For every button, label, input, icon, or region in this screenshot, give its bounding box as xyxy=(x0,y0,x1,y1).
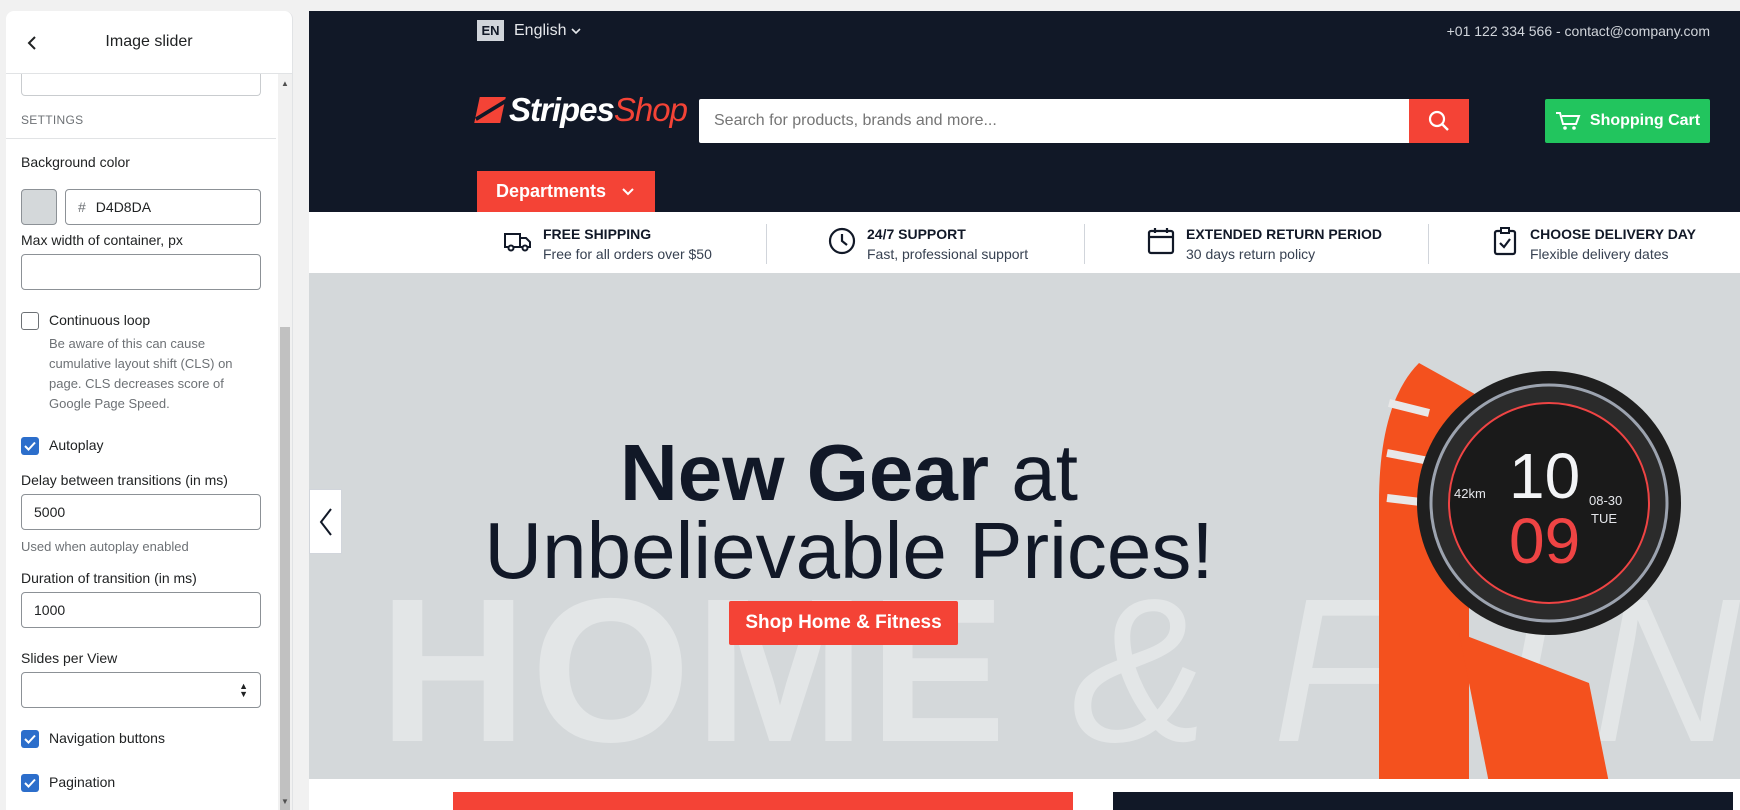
settings-panel: SETTINGS Background color # D4D8DA Max w… xyxy=(6,74,276,810)
duration-label: Duration of transition (in ms) xyxy=(21,570,197,586)
max-width-input[interactable] xyxy=(21,254,261,290)
search-input[interactable] xyxy=(699,101,1399,141)
duration-input[interactable]: 1000 xyxy=(21,592,261,628)
scroll-up-arrow-icon[interactable]: ▲ xyxy=(280,79,290,88)
autoplay-label: Autoplay xyxy=(49,437,104,453)
feature-item: EXTENDED RETURN PERIOD 30 days return po… xyxy=(1146,224,1382,264)
pagination-label: Pagination xyxy=(49,774,116,790)
calendar-icon xyxy=(1147,228,1175,255)
feature-subtitle: Fast, professional support xyxy=(867,246,1029,262)
section-divider xyxy=(6,138,276,139)
shopping-cart-button[interactable]: Shopping Cart xyxy=(1545,99,1710,143)
store-preview: EN English +01 122 334 566 - contact@com… xyxy=(309,11,1740,810)
delay-input[interactable]: 5000 xyxy=(21,494,261,530)
watch-day: TUE xyxy=(1591,511,1617,526)
feature-title: 24/7 SUPPORT xyxy=(867,226,966,242)
search-button[interactable] xyxy=(1409,99,1469,143)
max-width-label: Max width of container, px xyxy=(21,232,183,248)
promo-banner-left[interactable] xyxy=(453,792,1073,810)
sidebar-title: Image slider xyxy=(105,33,193,50)
pagination-checkbox[interactable] xyxy=(21,774,39,792)
hero-headline-bold: New Gear xyxy=(619,428,990,517)
delay-help: Used when autoplay enabled xyxy=(21,539,189,554)
hero-slider: HOME & FITNESS 10 09 42km 08-30 TUE New … xyxy=(309,273,1740,779)
language-selector[interactable]: English xyxy=(514,22,581,40)
continuous-loop-checkbox[interactable] xyxy=(21,312,39,330)
feature-title: CHOOSE DELIVERY DAY xyxy=(1530,226,1696,242)
chevron-left-icon xyxy=(319,507,332,536)
hex-value: D4D8DA xyxy=(95,199,152,215)
navigation-buttons-label: Navigation buttons xyxy=(49,730,165,746)
background-color-input[interactable]: # D4D8DA xyxy=(65,189,261,225)
sidebar-header: Image slider xyxy=(6,11,292,74)
promo-banner-right[interactable] xyxy=(1113,792,1733,810)
feature-item: 24/7 SUPPORT Fast, professional support xyxy=(827,224,1028,264)
hero-headline: New Gear at xyxy=(309,433,1389,513)
language-badge: EN xyxy=(477,20,504,41)
checkmark-icon xyxy=(24,441,36,451)
contact-info: +01 122 334 566 - contact@company.com xyxy=(1446,23,1710,39)
feature-title: EXTENDED RETURN PERIOD xyxy=(1186,226,1383,242)
chevron-down-icon xyxy=(622,187,634,195)
autoplay-checkbox[interactable] xyxy=(21,437,39,455)
feature-item: CHOOSE DELIVERY DAY Flexible delivery da… xyxy=(1490,224,1696,264)
cart-label: Shopping Cart xyxy=(1589,112,1701,129)
hero-subheadline: Unbelievable Prices! xyxy=(484,506,1214,595)
clipboard-check-icon xyxy=(1493,227,1517,256)
departments-button[interactable]: Departments xyxy=(477,171,655,212)
back-button[interactable] xyxy=(20,31,44,55)
language-name: English xyxy=(514,22,567,39)
chevron-left-icon xyxy=(27,36,36,50)
top-bar: EN English +01 122 334 566 - contact@com… xyxy=(309,11,1740,51)
slides-per-view-select[interactable]: ▲ ▼ xyxy=(21,672,261,708)
watch-hour: 10 xyxy=(1509,440,1580,512)
slides-per-view-label: Slides per View xyxy=(21,650,118,666)
navigation-buttons-checkbox[interactable] xyxy=(21,730,39,748)
store-logo[interactable]: Stripes Shop xyxy=(474,91,688,129)
features-bar: FREE SHIPPING Free for all orders over $… xyxy=(309,212,1740,273)
shop-home-fitness-button[interactable]: Shop Home & Fitness xyxy=(729,601,958,645)
continuous-loop-label: Continuous loop xyxy=(49,312,151,328)
logo-text-stripes: Stripes xyxy=(509,91,615,128)
watch-date: 08-30 xyxy=(1589,493,1622,508)
cart-icon xyxy=(1555,112,1581,130)
delay-label: Delay between transitions (in ms) xyxy=(21,472,228,488)
watch-minute: 09 xyxy=(1509,505,1580,577)
scrollbar-thumb[interactable] xyxy=(280,327,290,810)
search-bar xyxy=(699,99,1469,143)
logo-mark-icon xyxy=(474,97,506,123)
feature-subtitle: Flexible delivery dates xyxy=(1530,246,1669,262)
slider-prev-button[interactable] xyxy=(309,489,342,554)
watch-distance: 42km xyxy=(1454,486,1486,501)
feature-divider xyxy=(766,224,767,264)
search-icon xyxy=(1428,110,1449,131)
feature-title: FREE SHIPPING xyxy=(543,226,652,242)
feature-divider xyxy=(1428,224,1429,264)
feature-divider xyxy=(1084,224,1085,264)
feature-subtitle: Free for all orders over $50 xyxy=(543,246,712,262)
clock-icon xyxy=(828,227,856,255)
truck-icon xyxy=(504,233,531,252)
checkmark-icon xyxy=(24,734,36,744)
checkmark-icon xyxy=(24,778,36,788)
hero-headline-rest: at xyxy=(1011,428,1078,517)
background-color-swatch[interactable] xyxy=(21,189,57,225)
site-header: Stripes Shop Shopping Cart Departments xyxy=(309,51,1740,212)
background-color-label: Background color xyxy=(21,154,130,170)
hex-prefix: # xyxy=(78,199,86,215)
scroll-down-arrow-icon[interactable]: ▼ xyxy=(280,797,290,806)
feature-subtitle: 30 days return policy xyxy=(1186,246,1316,262)
section-heading: SETTINGS xyxy=(21,113,84,127)
departments-label: Departments xyxy=(496,181,607,201)
previous-field-partial[interactable] xyxy=(21,74,261,96)
chevron-down-icon xyxy=(571,28,581,35)
continuous-loop-help: Be aware of this can cause cumulative la… xyxy=(49,336,233,411)
select-arrows-icon: ▲ ▼ xyxy=(239,681,248,699)
logo-text-shop: Shop xyxy=(613,91,688,128)
feature-item: FREE SHIPPING Free for all orders over $… xyxy=(503,224,712,264)
theme-editor-sidebar: Image slider SETTINGS Background color #… xyxy=(6,11,293,810)
